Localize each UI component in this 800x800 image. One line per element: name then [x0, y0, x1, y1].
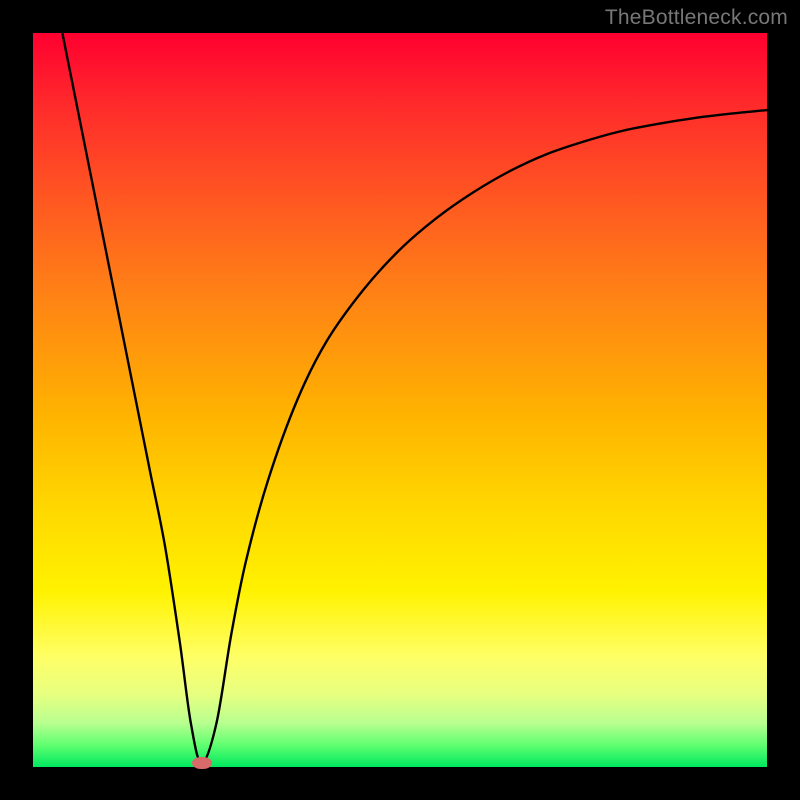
bottleneck-curve [33, 33, 767, 767]
chart-frame: TheBottleneck.com [0, 0, 800, 800]
minimum-marker [192, 757, 212, 769]
plot-area [33, 33, 767, 767]
watermark-text: TheBottleneck.com [605, 6, 788, 30]
